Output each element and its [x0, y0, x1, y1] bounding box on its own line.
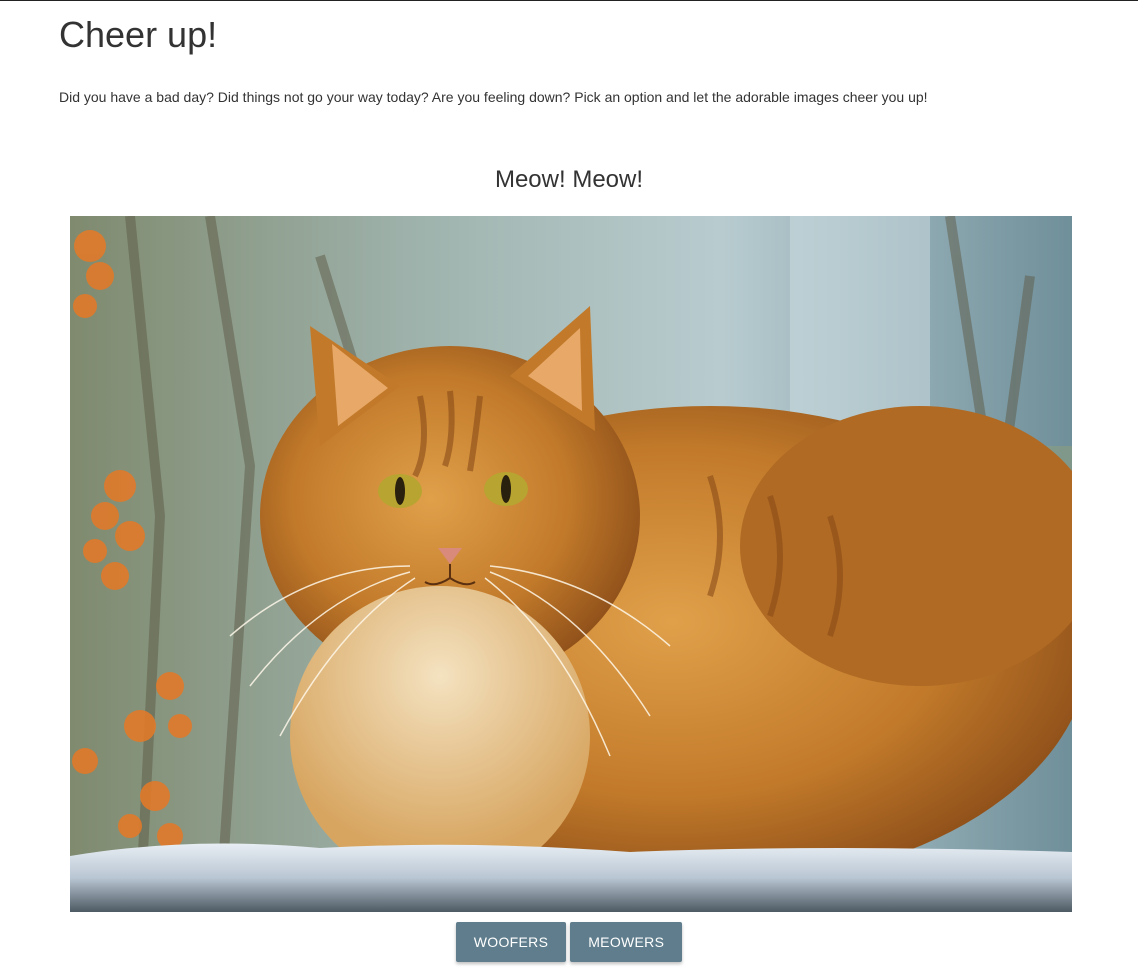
woofers-button[interactable]: WOOFERS: [455, 922, 567, 962]
page-title: Cheer up!: [59, 14, 218, 55]
cat-photo: [70, 216, 1072, 912]
section-title: Meow! Meow!: [494, 166, 644, 193]
page: Cheer up! Did you have a bad day? Did th…: [0, 0, 1138, 970]
top-border: [0, 0, 1138, 1]
button-row: WOOFERS MEOWERS: [0, 922, 1138, 962]
meowers-button[interactable]: MEOWERS: [570, 922, 683, 962]
intro-text: Did you have a bad day? Did things not g…: [59, 89, 928, 105]
